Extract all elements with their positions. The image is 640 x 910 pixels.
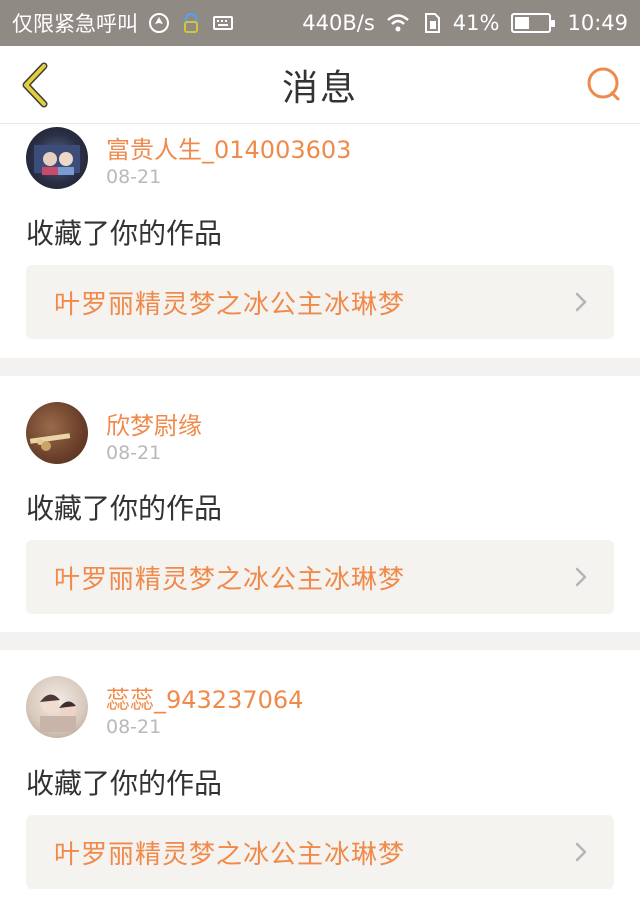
work-title: 叶罗丽精灵梦之冰公主冰琳梦 (54, 839, 406, 870)
username[interactable]: 蕊蕊_943237064 (106, 680, 303, 715)
sim-icon (424, 13, 440, 33)
status-left: 仅限紧急呼叫 (12, 8, 234, 38)
username[interactable]: 富贵人生_014003603 (106, 130, 351, 165)
avatar-photo (40, 694, 76, 732)
work-link[interactable]: 叶罗丽精灵梦之冰公主冰琳梦 (26, 265, 614, 339)
work-title: 叶罗丽精灵梦之冰公主冰琳梦 (54, 289, 406, 320)
battery-level (515, 17, 529, 29)
back-icon[interactable] (16, 60, 56, 110)
message-card: 富贵人生_014003603 08-21 收藏了你的作品 叶罗丽精灵梦之冰公主冰… (0, 124, 640, 358)
battery-icon (511, 13, 556, 33)
work-link[interactable]: 叶罗丽精灵梦之冰公主冰琳梦 (26, 815, 614, 889)
action-text: 收藏了你的作品 (26, 492, 223, 525)
message-date: 08-21 (106, 442, 162, 464)
chevron-right-icon (575, 842, 587, 862)
message-date: 08-21 (106, 716, 162, 738)
message-date: 08-21 (106, 166, 162, 188)
card-separator (0, 358, 640, 376)
message-feed: 富贵人生_014003603 08-21 收藏了你的作品 叶罗丽精灵梦之冰公主冰… (0, 124, 640, 910)
clock: 10:49 (567, 11, 628, 35)
wifi-icon (386, 14, 409, 32)
chevron-right-icon (575, 567, 587, 587)
top-nav-bar: 消息 (0, 46, 640, 124)
status-right: 440B/s 41% 10:49 (302, 11, 628, 35)
work-link[interactable]: 叶罗丽精灵梦之冰公主冰琳梦 (26, 540, 614, 614)
action-text: 收藏了你的作品 (26, 767, 223, 800)
avatar-photo (34, 145, 80, 175)
avatar[interactable] (26, 676, 88, 738)
search-icon[interactable] (584, 64, 626, 106)
battery-percent: 41% (452, 11, 500, 35)
action-text: 收藏了你的作品 (26, 217, 223, 250)
work-title: 叶罗丽精灵梦之冰公主冰琳梦 (54, 564, 406, 595)
avatar[interactable] (26, 402, 88, 464)
avatar[interactable] (26, 127, 88, 189)
message-card: 蕊蕊_943237064 08-21 收藏了你的作品 叶罗丽精灵梦之冰公主冰琳梦 (0, 650, 640, 910)
location-icon (149, 13, 169, 33)
lock-icon (184, 13, 198, 33)
keyboard-icon (213, 16, 233, 30)
page-title: 消息 (281, 67, 358, 109)
card-separator (0, 632, 640, 650)
status-bar: 仅限紧急呼叫 440B/s 41% 10:49 (0, 0, 640, 46)
username[interactable]: 欣梦尉缘 (106, 406, 202, 441)
chevron-right-icon (575, 292, 587, 312)
network-speed: 440B/s (302, 11, 375, 35)
message-card: 欣梦尉缘 08-21 收藏了你的作品 叶罗丽精灵梦之冰公主冰琳梦 (0, 376, 640, 632)
avatar-photo (29, 433, 71, 451)
carrier-text: 仅限紧急呼叫 (12, 12, 138, 36)
